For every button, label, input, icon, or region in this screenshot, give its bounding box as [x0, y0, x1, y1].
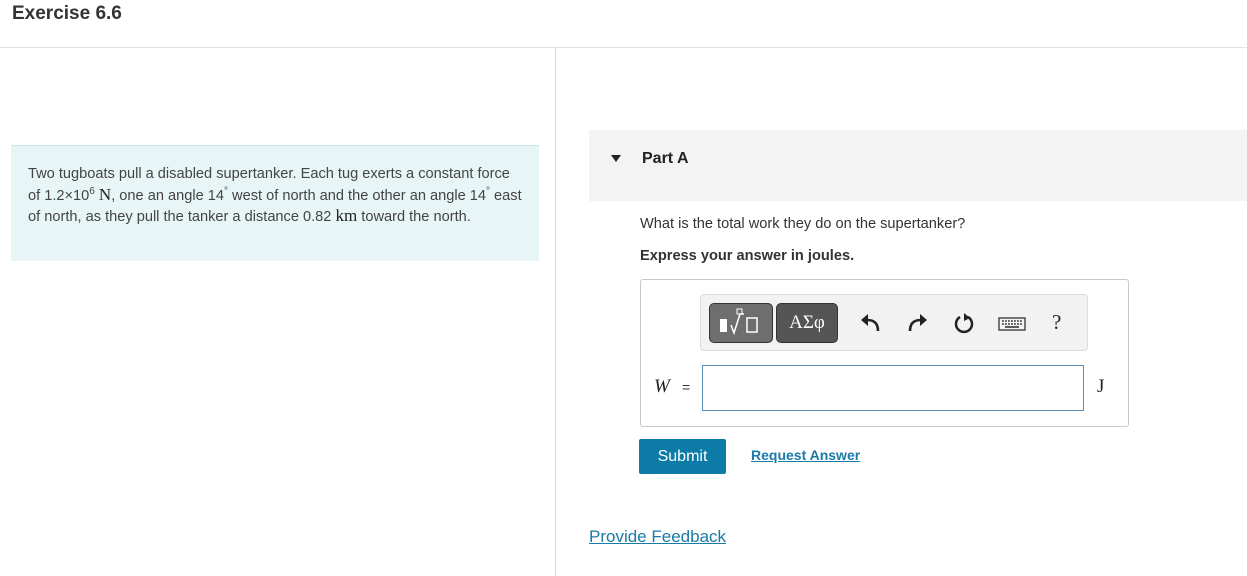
page-title: Exercise 6.6: [12, 3, 122, 24]
templates-button[interactable]: [709, 303, 773, 343]
keyboard-icon[interactable]: [997, 311, 1027, 337]
collapse-caret-icon[interactable]: [611, 155, 621, 162]
equals-sign: =: [682, 379, 691, 395]
templates-icon: [720, 308, 758, 336]
answer-variable: W: [654, 376, 670, 397]
part-label: Part A: [642, 150, 689, 167]
help-icon[interactable]: ?: [1052, 310, 1061, 335]
math-toolbar: ΑΣφ ?: [700, 294, 1088, 351]
greek-symbols-button[interactable]: ΑΣφ: [776, 303, 838, 343]
part-a-header[interactable]: Part A: [589, 130, 1247, 201]
redo-icon[interactable]: [904, 311, 930, 337]
problem-text-2: , one an angle 14: [111, 187, 224, 204]
request-answer-link[interactable]: Request Answer: [751, 447, 860, 463]
column-divider: [555, 47, 556, 576]
unit-km: km: [335, 206, 358, 225]
provide-feedback-link[interactable]: Provide Feedback: [589, 527, 726, 547]
exponent: 6: [89, 185, 95, 197]
submit-button[interactable]: Submit: [639, 439, 726, 474]
question-text: What is the total work they do on the su…: [640, 216, 966, 232]
answer-unit: J: [1097, 376, 1105, 397]
answer-instruction: Express your answer in joules.: [640, 248, 855, 264]
answer-box: ΑΣφ ? W = J: [640, 279, 1129, 427]
page-header: Exercise 6.6: [0, 0, 1247, 48]
undo-icon[interactable]: [858, 311, 884, 337]
unit-newton: N: [98, 184, 112, 204]
problem-text-3: west of north and the other an angle 14: [227, 187, 486, 204]
answer-input[interactable]: [702, 365, 1084, 411]
problem-text-5: toward the north.: [357, 209, 471, 225]
reset-icon[interactable]: [951, 311, 977, 337]
problem-statement: Two tugboats pull a disabled supertanker…: [11, 145, 539, 261]
